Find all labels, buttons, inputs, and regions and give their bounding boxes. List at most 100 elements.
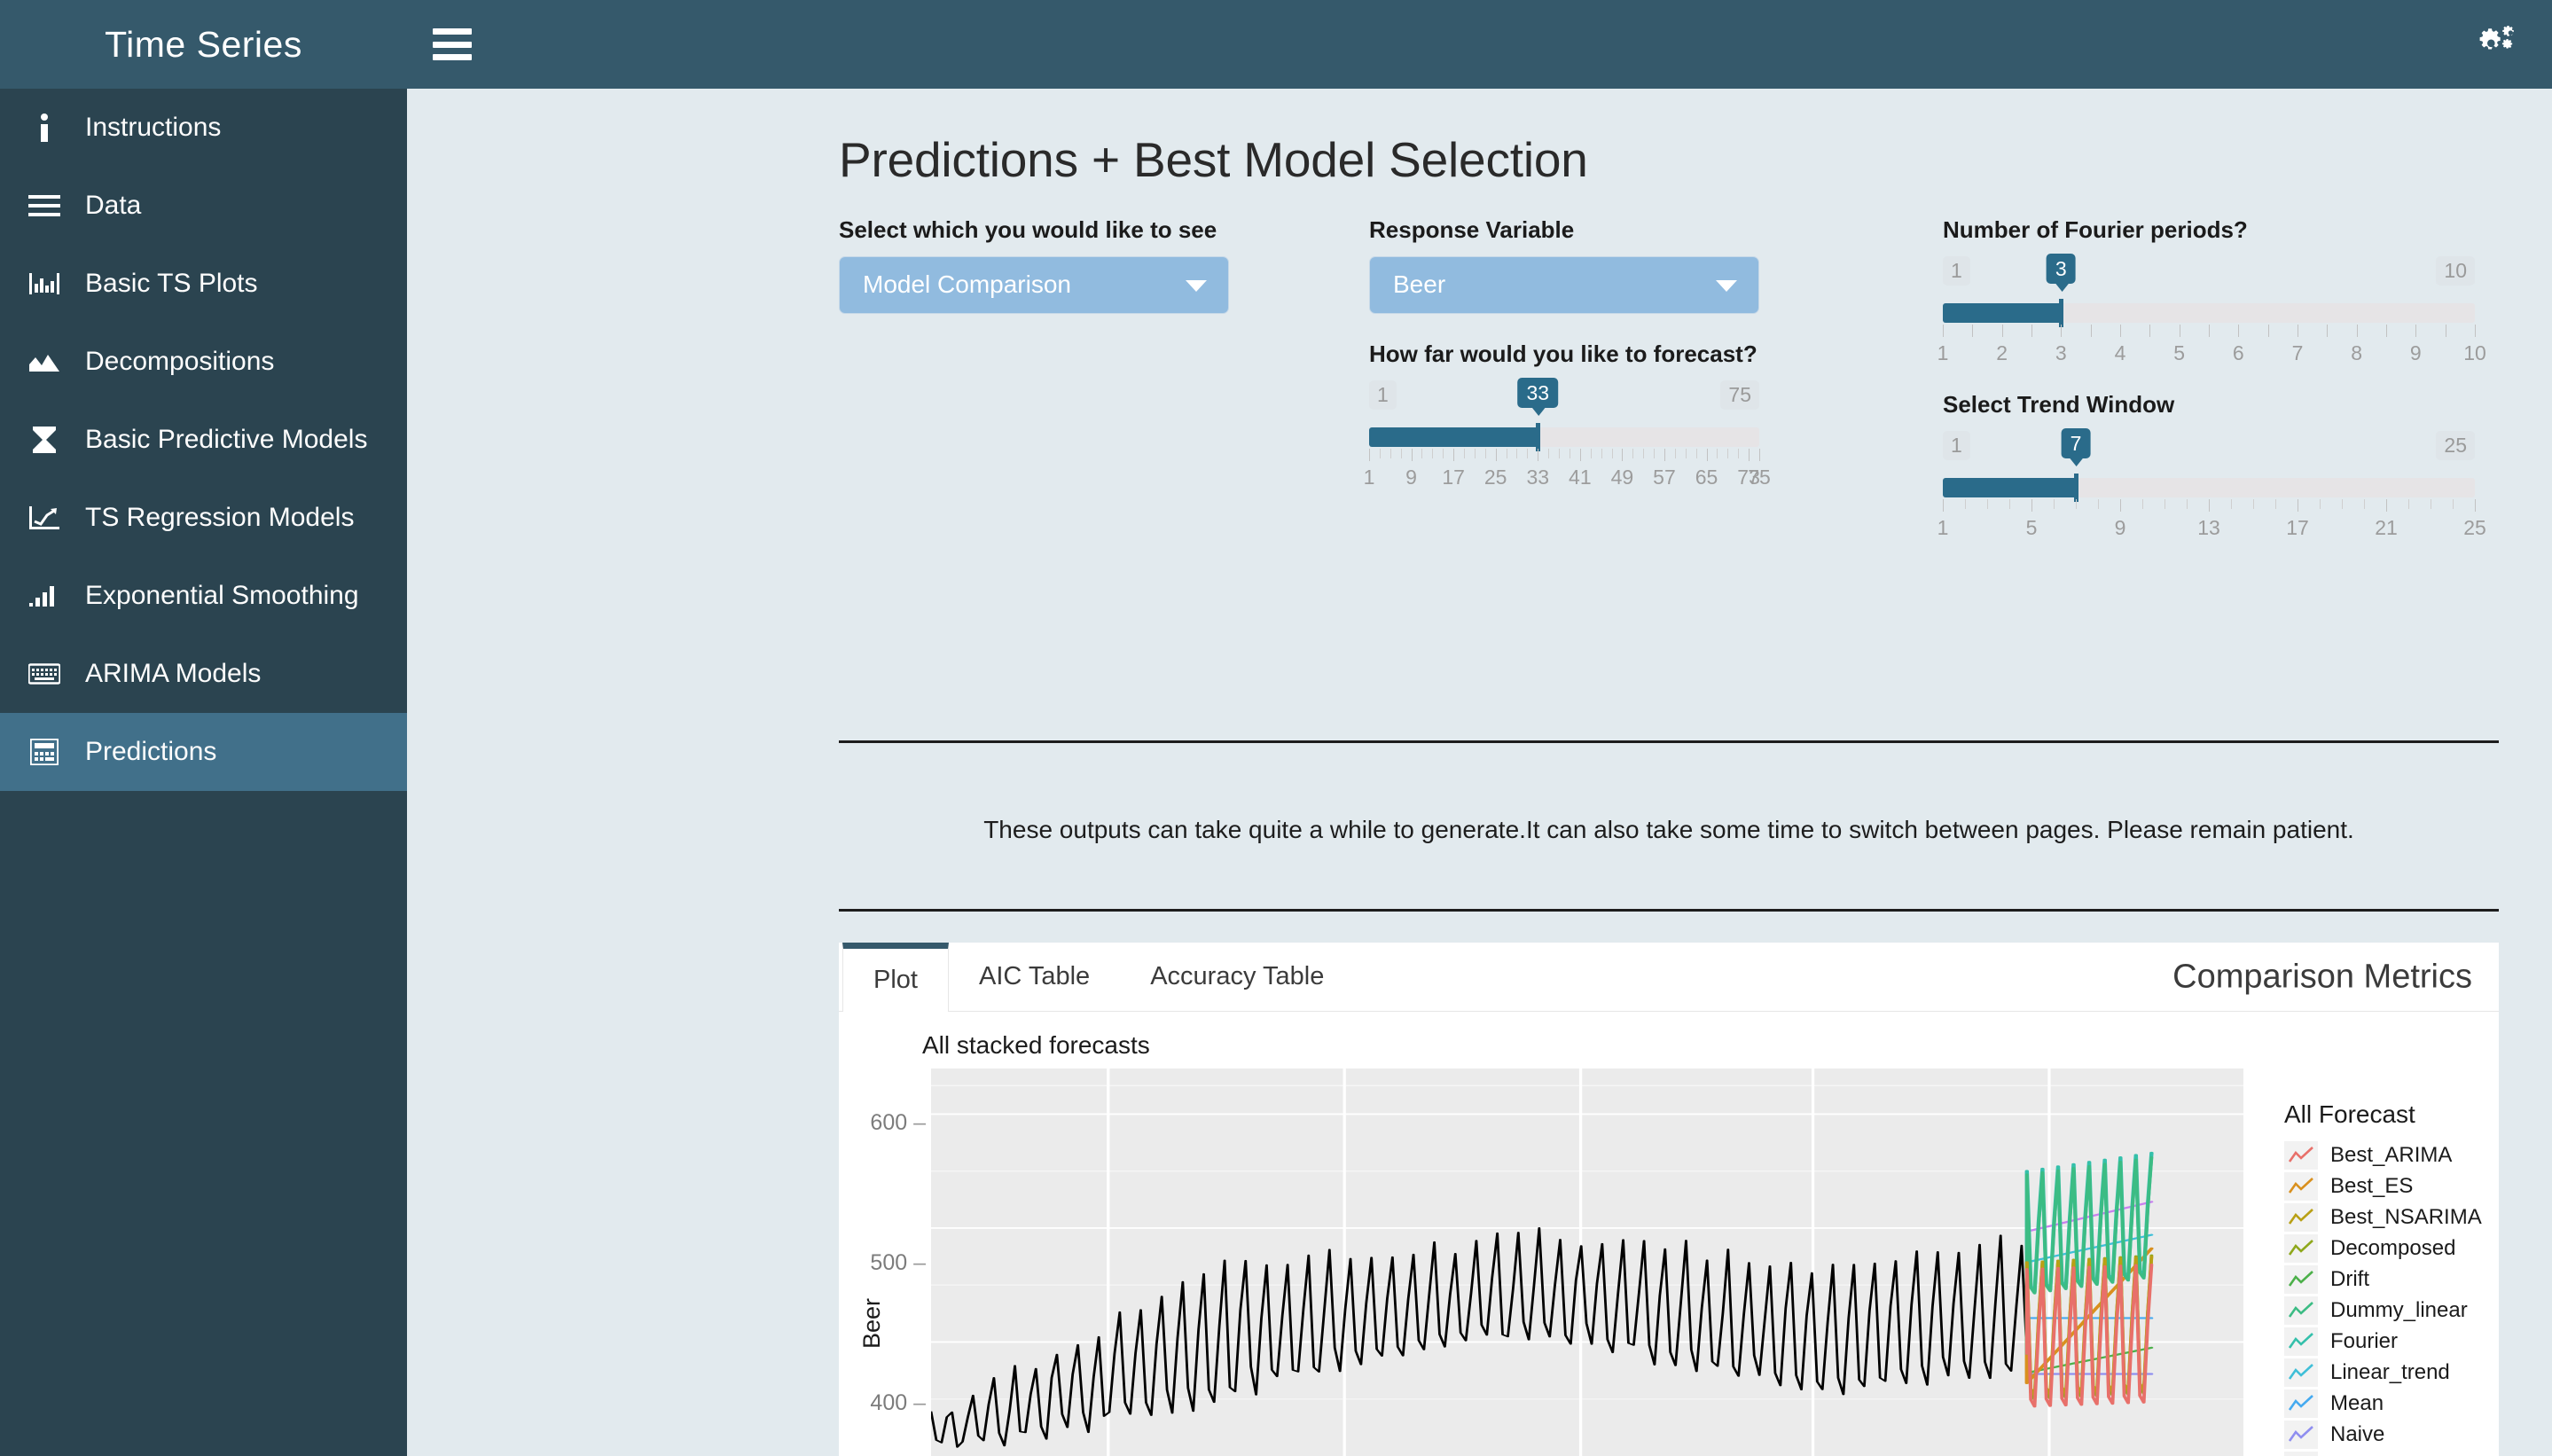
chart-svg [931,1069,2243,1456]
hamburger-icon[interactable] [433,28,472,60]
fourier-slider-label: Number of Fourier periods? [1943,215,2248,243]
legend-line-icon [2284,1389,2318,1418]
legend-item-label: Drift [2330,1266,2369,1291]
sidebar-item-instructions[interactable]: Instructions [0,89,407,167]
tab-aic-table[interactable]: AIC Table [949,943,1120,1011]
slider-handle[interactable] [2074,474,2078,503]
slider-track[interactable] [1943,474,2475,503]
patience-note: These outputs can take quite a while to … [983,816,2354,843]
legend-item-label: Linear_trend [2330,1359,2450,1384]
tab-label: Plot [873,966,918,994]
tab-accuracy-table[interactable]: Accuracy Table [1120,943,1354,1011]
slider-min-label: 1 [1943,255,1970,286]
legend-item-label: Best_NSARIMA [2330,1204,2482,1229]
slider-tick-label: 13 [2197,516,2220,540]
sidebar-item-label: Predictions [85,737,217,766]
slider-tick-label: 1 [1363,466,1375,489]
slider-track[interactable] [1369,423,1759,452]
page-content: Predictions + Best Model Selection Selec… [407,89,2552,1456]
tab-label: AIC Table [978,962,1091,990]
slider-tick-label: 7 [2291,341,2304,364]
controls-column-response: Response Variable Beer How far would you… [1364,216,1771,543]
slider-tick-label: 65 [1695,466,1718,489]
legend-line-icon [2284,1140,2318,1170]
sidebar-item-label: Decompositions [85,347,275,376]
sidebar-item-decompositions[interactable]: Decompositions [0,323,407,401]
legend-item-label: Naive [2330,1421,2385,1446]
legend-line-icon [2284,1233,2318,1263]
tab-plot[interactable]: Plot [842,943,949,1012]
slider-max-label: 75 [1720,380,1759,411]
legend-item-label: Mean [2330,1390,2384,1415]
response-select[interactable]: Beer [1369,255,1759,314]
sidebar-item-basic-predictive-models[interactable]: Basic Predictive Models [0,401,407,479]
response-select-value: Beer [1393,270,1446,299]
legend-line-icon [2284,1264,2318,1294]
slider-tick-label: 33 [1526,466,1550,489]
slider-fill [1943,478,2076,498]
list-icon [20,193,69,218]
controls-row: Select which you would like to see Model… [407,186,2552,543]
signal-bars-icon [20,583,69,608]
slider-tick-label: 41 [1569,466,1592,489]
legend-item: Best_ARIMA [2284,1139,2499,1170]
view-select-value: Model Comparison [863,270,1071,299]
trend-slider[interactable]: 1 25 7 1 5 9 13 17 21 25 [1937,428,2486,543]
legend-item: Mean [2284,1388,2499,1419]
legend-items: Best_ARIMA Best_ES Best_NSARIMA Decomposed D… [2284,1139,2499,1456]
slider-handle[interactable] [1536,423,1541,452]
y-axis: 400 – 500 – 600 – [839,1012,931,1456]
slider-tick-labels: 1 5 9 13 17 21 25 [1937,516,2486,543]
sidebar-item-basic-ts-plots[interactable]: Basic TS Plots [0,245,407,323]
slider-tick-label: 6 [2232,341,2244,364]
trend-slider-label: Select Trend Window [1943,390,2175,418]
slider-tick-label: 1 [1937,341,1949,364]
sidebar-item-data[interactable]: Data [0,167,407,245]
slider-value-bubble: 7 [2061,428,2091,467]
slider-tick-label: 9 [2409,341,2422,364]
legend-line-icon [2284,1358,2318,1387]
sidebar: Time Series Instructions Data Basic TS Plo… [0,0,407,1456]
fourier-slider[interactable]: 1 10 3 1 2 3 4 5 6 7 8 9 10 [1937,253,2486,368]
divider-bottom [839,909,2499,912]
y-axis-tick: 400 – [870,1390,926,1416]
keyboard-icon [20,663,69,685]
legend-item: Best_NSARIMA [2284,1202,2499,1233]
sidebar-item-ts-regression-models[interactable]: TS Regression Models [0,479,407,557]
sidebar-item-label: TS Regression Models [85,503,355,532]
tab-bar: Plot AIC Table Accuracy Table Comparison M… [839,943,2499,1012]
forecast-slider[interactable]: 1 75 33 1 9 17 25 33 41 49 57 65 73 75 [1364,378,1771,492]
controls-column-model: Number of Fourier periods? 1 10 3 1 2 3 4 5 6 7 8 9… [1937,215,2486,543]
legend-item-label: Best_ES [2330,1173,2414,1198]
sidebar-item-label: Basic Predictive Models [85,425,368,454]
slider-tick-label: 5 [2173,341,2186,364]
slider-tick-label: 5 [2025,516,2038,540]
slider-tick-label: 1 [1937,516,1949,540]
sidebar-item-exponential-smoothing[interactable]: Exponential Smoothing [0,557,407,635]
slider-tick-label: 3 [2055,341,2067,364]
slider-track[interactable] [1943,298,2475,327]
slider-tick-label: 9 [2114,516,2126,540]
legend-line-icon [2284,1420,2318,1449]
controls-column-view: Select which you would like to see Model… [839,216,1229,543]
legend-item-label: Decomposed [2330,1235,2456,1260]
y-axis-tick: 500 – [870,1250,926,1276]
main-region: Predictions + Best Model Selection Selec… [407,0,2552,1456]
comparison-metrics-title: Comparison Metrics [2172,958,2472,995]
page-title: Predictions + Best Model Selection [839,132,1588,187]
sidebar-item-arima-models[interactable]: ARIMA Models [0,635,407,713]
bar-chart-icon [20,271,69,296]
slider-tick-label: 21 [2375,516,2398,540]
slider-tick-label: 57 [1653,466,1676,489]
legend-item-label: Dummy_linear [2330,1297,2468,1322]
legend-item: Decomposed [2284,1233,2499,1264]
legend-title: All Forecast [2284,1100,2415,1128]
view-select[interactable]: Model Comparison [839,255,1229,314]
legend-item: Nonlinear_trend [2284,1450,2499,1456]
sidebar-item-predictions[interactable]: Predictions [0,713,407,791]
slider-handle[interactable] [2059,298,2064,327]
legend-item: Naive [2284,1419,2499,1450]
slider-ticks [1943,499,2476,513]
gears-icon[interactable] [2476,23,2518,66]
legend-item: Best_ES [2284,1170,2499,1202]
